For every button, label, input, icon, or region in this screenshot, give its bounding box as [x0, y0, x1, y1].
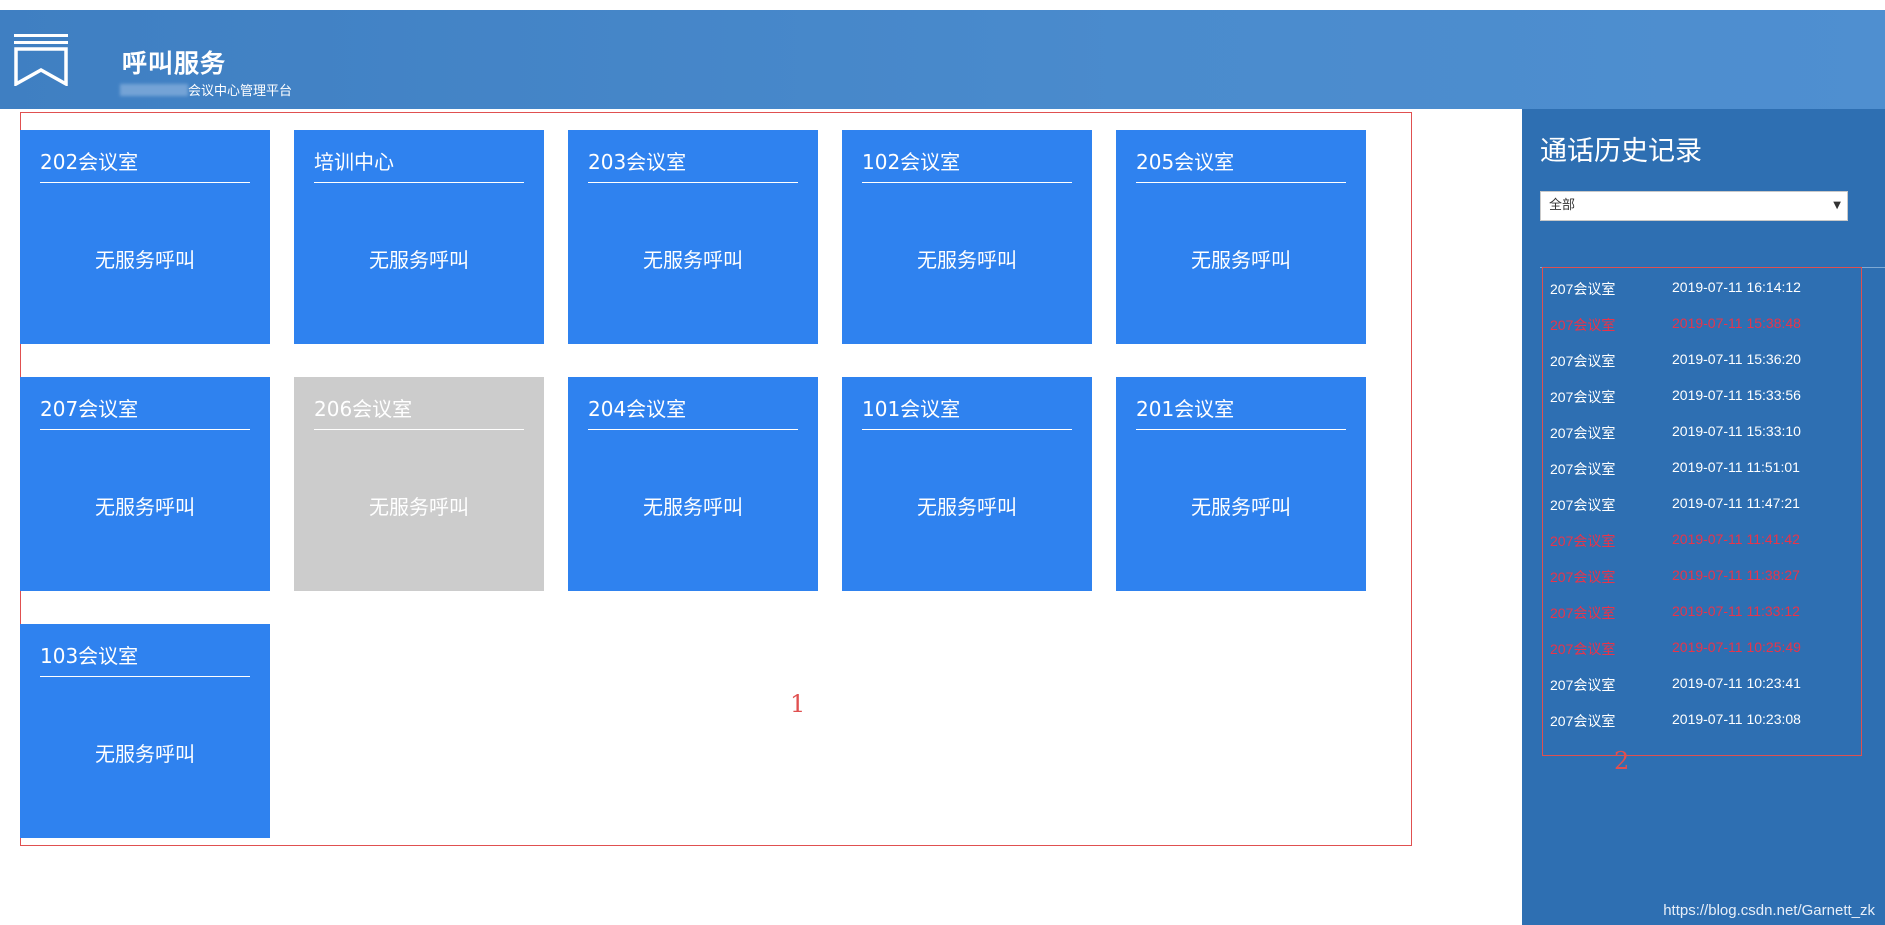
history-row[interactable]: 207会议室 2019-07-11 11:47:21 — [1550, 495, 1850, 515]
page-title: 呼叫服务 — [122, 49, 227, 78]
room-card[interactable]: 202会议室无服务呼叫 — [20, 130, 270, 344]
room-card[interactable]: 204会议室无服务呼叫 — [568, 377, 818, 591]
history-time: 2019-07-11 11:51:01 — [1672, 459, 1800, 475]
room-name: 203会议室 — [588, 150, 687, 174]
history-time: 2019-07-11 15:33:56 — [1672, 387, 1801, 403]
region-label-2: 2 — [1614, 747, 1630, 775]
room-divider — [588, 182, 798, 183]
history-row[interactable]: 207会议室 2019-07-11 10:25:49 — [1550, 639, 1850, 659]
room-name: 207会议室 — [40, 397, 139, 421]
room-status: 无服务呼叫 — [95, 248, 195, 272]
room-status: 无服务呼叫 — [643, 495, 743, 519]
room-card[interactable]: 101会议室无服务呼叫 — [842, 377, 1092, 591]
history-time: 2019-07-11 10:23:08 — [1672, 711, 1801, 727]
region-label-1: 1 — [790, 690, 806, 718]
history-room: 207会议室 — [1550, 569, 1616, 585]
room-status: 无服务呼叫 — [369, 248, 469, 272]
page-subtitle: 会议中心管理平台 — [120, 80, 292, 99]
history-time: 2019-07-11 11:33:12 — [1672, 603, 1800, 619]
history-room: 207会议室 — [1550, 497, 1616, 513]
room-card[interactable]: 培训中心无服务呼叫 — [294, 130, 544, 344]
room-name: 102会议室 — [862, 150, 961, 174]
room-divider — [1136, 182, 1346, 183]
top-strip — [0, 0, 1885, 10]
room-status: 无服务呼叫 — [917, 248, 1017, 272]
room-status: 无服务呼叫 — [95, 495, 195, 519]
history-time: 2019-07-11 11:41:42 — [1672, 531, 1800, 547]
history-filter-select[interactable]: 全部 ▼ — [1540, 191, 1848, 221]
history-row[interactable]: 207会议室 2019-07-11 15:36:20 — [1550, 351, 1850, 371]
watermark: https://blog.csdn.net/Garnett_zk — [1663, 902, 1875, 919]
history-row[interactable]: 207会议室 2019-07-11 11:51:01 — [1550, 459, 1850, 479]
room-divider — [862, 182, 1072, 183]
history-time: 2019-07-11 11:38:27 — [1672, 567, 1800, 583]
history-title: 通话历史记录 — [1540, 136, 1702, 167]
history-room: 207会议室 — [1550, 713, 1616, 729]
room-status: 无服务呼叫 — [1191, 248, 1291, 272]
history-time: 2019-07-11 15:38:48 — [1672, 315, 1801, 331]
room-card[interactable]: 201会议室无服务呼叫 — [1116, 377, 1366, 591]
history-row[interactable]: 207会议室 2019-07-11 11:33:12 — [1550, 603, 1850, 623]
history-time: 2019-07-11 15:36:20 — [1672, 351, 1801, 367]
call-history-sidebar: 通话历史记录 全部 ▼ 207会议室 2019-07-11 16:14:12 207… — [1522, 109, 1885, 925]
room-status: 无服务呼叫 — [917, 495, 1017, 519]
history-time: 2019-07-11 10:23:41 — [1672, 675, 1801, 691]
room-divider — [314, 429, 524, 430]
history-room: 207会议室 — [1550, 605, 1616, 621]
room-name: 培训中心 — [314, 150, 394, 174]
room-divider — [1136, 429, 1346, 430]
room-status: 无服务呼叫 — [1191, 495, 1291, 519]
history-room: 207会议室 — [1550, 461, 1616, 477]
ribbon-bookmark-icon — [14, 34, 68, 86]
history-room: 207会议室 — [1550, 317, 1616, 333]
history-row[interactable]: 207会议室 2019-07-11 15:33:10 — [1550, 423, 1850, 443]
history-room: 207会议室 — [1550, 533, 1616, 549]
history-room: 207会议室 — [1550, 281, 1616, 297]
history-row[interactable]: 207会议室 2019-07-11 10:23:08 — [1550, 711, 1850, 731]
room-status: 无服务呼叫 — [369, 495, 469, 519]
room-card[interactable]: 206会议室无服务呼叫 — [294, 377, 544, 591]
history-row[interactable]: 207会议室 2019-07-11 11:38:27 — [1550, 567, 1850, 587]
room-card[interactable]: 102会议室无服务呼叫 — [842, 130, 1092, 344]
room-name: 205会议室 — [1136, 150, 1235, 174]
history-time: 2019-07-11 16:14:12 — [1672, 279, 1801, 295]
history-row[interactable]: 207会议室 2019-07-11 16:14:12 — [1550, 279, 1850, 299]
room-name: 202会议室 — [40, 150, 139, 174]
chevron-down-icon: ▼ — [1833, 200, 1841, 211]
room-name: 206会议室 — [314, 397, 413, 421]
history-row[interactable]: 207会议室 2019-07-11 15:33:56 — [1550, 387, 1850, 407]
history-row[interactable]: 207会议室 2019-07-11 11:41:42 — [1550, 531, 1850, 551]
app-header: 呼叫服务 会议中心管理平台 — [0, 10, 1885, 109]
filter-selected-value: 全部 — [1549, 198, 1576, 213]
room-card[interactable]: 207会议室无服务呼叫 — [20, 377, 270, 591]
history-room: 207会议室 — [1550, 677, 1616, 693]
history-row[interactable]: 207会议室 2019-07-11 15:38:48 — [1550, 315, 1850, 335]
room-divider — [314, 182, 524, 183]
history-room: 207会议室 — [1550, 389, 1616, 405]
room-divider — [588, 429, 798, 430]
room-divider — [40, 676, 250, 677]
room-name: 204会议室 — [588, 397, 687, 421]
room-name: 201会议室 — [1136, 397, 1235, 421]
history-row[interactable]: 207会议室 2019-07-11 10:23:41 — [1550, 675, 1850, 695]
room-name: 103会议室 — [40, 644, 139, 668]
subtitle-text: 会议中心管理平台 — [188, 84, 293, 99]
room-divider — [40, 182, 250, 183]
history-room: 207会议室 — [1550, 641, 1616, 657]
room-divider — [862, 429, 1072, 430]
history-time: 2019-07-11 15:33:10 — [1672, 423, 1801, 439]
history-time: 2019-07-11 10:25:49 — [1672, 639, 1801, 655]
room-card[interactable]: 103会议室无服务呼叫 — [20, 624, 270, 838]
room-name: 101会议室 — [862, 397, 961, 421]
history-room: 207会议室 — [1550, 353, 1616, 369]
history-time: 2019-07-11 11:47:21 — [1672, 495, 1800, 511]
room-status: 无服务呼叫 — [643, 248, 743, 272]
room-divider — [40, 429, 250, 430]
history-room: 207会议室 — [1550, 425, 1616, 441]
room-card[interactable]: 203会议室无服务呼叫 — [568, 130, 818, 344]
room-card[interactable]: 205会议室无服务呼叫 — [1116, 130, 1366, 344]
redacted-text — [120, 83, 188, 96]
room-status: 无服务呼叫 — [95, 742, 195, 766]
